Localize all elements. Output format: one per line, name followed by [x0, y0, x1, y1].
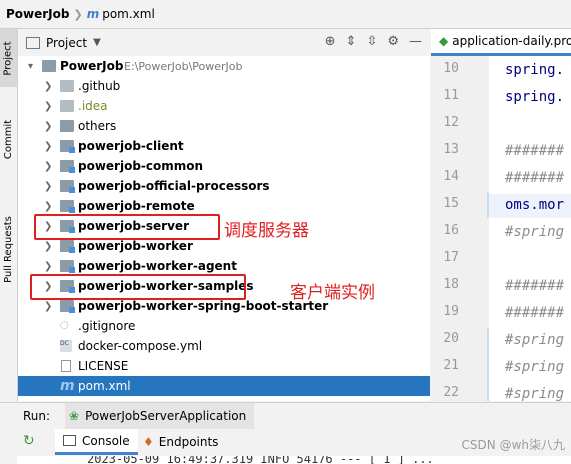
run-config-tab[interactable]: ❀ PowerJobServerApplication: [65, 403, 255, 429]
project-view-icon: [26, 36, 40, 49]
left-tool-strip: Project Commit Pull Requests: [0, 29, 18, 401]
text-file-icon: [61, 360, 71, 372]
tree-item[interactable]: ❯ others: [18, 116, 430, 136]
run-strip: [0, 402, 17, 429]
tree-item[interactable]: ❯ powerjob-client: [18, 136, 430, 156]
gitignore-icon: ◌: [60, 320, 69, 331]
tree-item[interactable]: ❯ .github: [18, 76, 430, 96]
highlight-box-server: [34, 214, 220, 240]
module-icon: [60, 260, 75, 273]
tree-root[interactable]: ▾ PowerJob E:\PowerJob\PowerJob: [18, 56, 430, 76]
breadcrumb-file[interactable]: pom.xml: [102, 7, 155, 21]
editor-tab-bar: ◆ application-daily.pro: [431, 29, 571, 57]
chevron-down-icon[interactable]: ▼: [93, 37, 101, 48]
chevron-right-icon: ❯: [73, 7, 83, 21]
maven-icon: m: [60, 378, 75, 394]
module-icon: [60, 140, 75, 153]
tree-item[interactable]: ❯ powerjob-worker-agent: [18, 256, 430, 276]
tree-item[interactable]: LICENSE: [18, 356, 430, 376]
endpoints-icon: ♦: [143, 435, 154, 449]
annotation-samples: 客户端实例: [290, 283, 375, 303]
tab-console[interactable]: Console: [55, 429, 138, 455]
log-line: 2023-05-09 16:49:37.319 INFO 54176 --- […: [87, 456, 434, 464]
hide-icon[interactable]: —: [409, 34, 422, 49]
tree-item-selected[interactable]: m pom.xml: [18, 376, 430, 396]
module-icon: [60, 200, 75, 213]
watermark: CSDN @wh柒八九: [461, 438, 565, 452]
tree-item[interactable]: ❯ .idea: [18, 96, 430, 116]
folder-icon: [60, 120, 74, 132]
module-icon: [60, 300, 75, 313]
folder-icon: [42, 60, 56, 72]
tree-item[interactable]: DC docker-compose.yml: [18, 336, 430, 356]
rerun-icon[interactable]: ↻: [23, 433, 35, 449]
code-editor[interactable]: spring. spring. ####### ####### oms.mor …: [489, 56, 571, 402]
tree-root-path: E:\PowerJob\PowerJob: [124, 59, 243, 73]
breadcrumb: PowerJob ❯ m pom.xml: [0, 0, 571, 29]
tree-item[interactable]: ❯ powerjob-remote: [18, 196, 430, 216]
gear-icon[interactable]: ⚙: [387, 34, 399, 49]
console-output: 2023-05-09 16:49:37.319 INFO 54176 --- […: [17, 456, 571, 464]
tree-item[interactable]: ❯ powerjob-common: [18, 156, 430, 176]
tree-root-label: PowerJob: [60, 59, 124, 73]
editor-gutter: 10 11 12 13 14 15 16 17 18 19 20 21 22: [431, 56, 493, 401]
tool-tab-pull-requests[interactable]: Pull Requests: [0, 199, 17, 299]
project-panel-header: Project ▼ ⊕ ⇕ ⇳ ⚙ —: [18, 29, 430, 57]
console-side-strip: ↻: [0, 429, 35, 464]
folder-icon: [60, 80, 74, 92]
module-icon: [60, 160, 75, 173]
tree-item[interactable]: ❯ powerjob-official-processors: [18, 176, 430, 196]
docker-compose-icon: DC: [60, 340, 72, 352]
tree-item[interactable]: ◌ .gitignore: [18, 316, 430, 336]
target-icon[interactable]: ⊕: [325, 34, 336, 49]
expand-icon[interactable]: ⇳: [366, 34, 377, 49]
spring-boot-icon: ❀: [69, 409, 80, 423]
annotation-server: 调度服务器: [224, 221, 309, 241]
folder-icon: [60, 100, 74, 112]
run-label: Run:: [23, 409, 51, 423]
highlight-box-samples: [30, 274, 246, 300]
console-icon: [63, 435, 76, 446]
editor-tab[interactable]: ◆ application-daily.pro: [431, 29, 571, 56]
project-view-title[interactable]: Project: [46, 36, 87, 50]
tool-tab-project[interactable]: Project: [0, 29, 17, 87]
module-icon: [60, 180, 75, 193]
module-icon: [60, 240, 75, 253]
run-tool-window-header: Run: ❀ PowerJobServerApplication: [17, 402, 571, 429]
collapse-icon[interactable]: ⇕: [346, 34, 357, 49]
chevron-down-icon[interactable]: ▾: [28, 61, 33, 72]
properties-file-icon: ◆: [439, 34, 449, 48]
maven-icon: m: [86, 7, 100, 21]
tab-endpoints[interactable]: ♦ Endpoints: [137, 429, 224, 455]
breadcrumb-project[interactable]: PowerJob: [6, 7, 69, 21]
tool-tab-commit[interactable]: Commit: [0, 109, 17, 169]
